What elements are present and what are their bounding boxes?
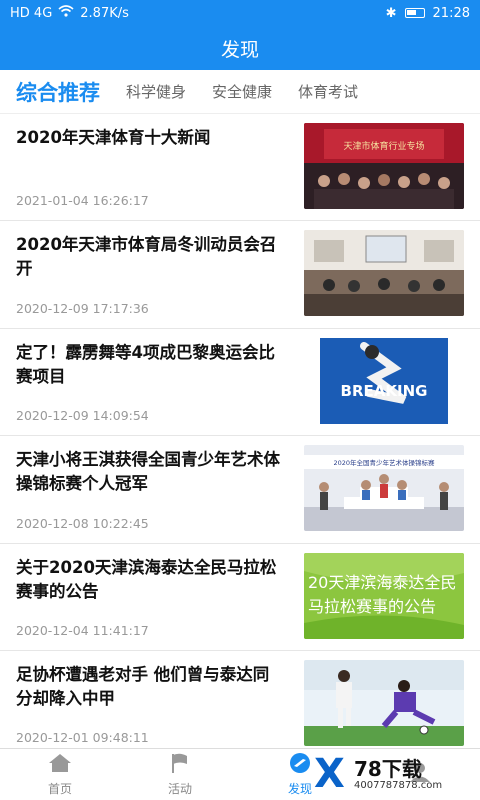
news-item[interactable]: 天津小将王淇获得全国青少年艺术体操锦标赛个人冠军 2020-12-08 10:2…: [0, 436, 480, 544]
thumb-caption: 20天津滨海泰达全民马拉松赛事的公告: [308, 572, 457, 616]
news-item[interactable]: 2020年天津市体育局冬训动员会召开 2020-12-09 17:17:36: [0, 221, 480, 329]
watermark-logo: X 78下载 4007787878.com: [314, 752, 474, 796]
battery-icon: [404, 8, 425, 18]
news-thumbnail: [304, 659, 464, 746]
news-item[interactable]: 2020年天津体育十大新闻 2021-01-04 16:26:17 天津市体育行…: [0, 114, 480, 222]
tab-home-label: 首页: [47, 782, 72, 796]
news-thumbnail: 天津市体育行业专场: [304, 123, 464, 209]
home-icon: [47, 752, 73, 777]
flag-icon: [167, 752, 193, 777]
news-time: 2020-12-09 14:09:54: [16, 408, 149, 424]
tab-discover-label: 发现: [287, 782, 312, 796]
news-item[interactable]: 足协杯遭遇老对手 他们曾与泰达同分却降入中甲 2020-12-01 09:48:…: [0, 650, 480, 759]
wifi-icon: [58, 5, 74, 21]
page-header: 发现: [0, 26, 480, 70]
network-speed: 2.87K/s: [80, 5, 129, 21]
news-title: 2020年天津市体育局冬训动员会召开: [16, 235, 277, 279]
thumb-caption: BREAKING: [341, 382, 428, 400]
status-bar: HD 4G 2.87K/s ✱ 21:28: [0, 0, 480, 26]
news-time: 2020-12-01 09:48:11: [16, 730, 149, 746]
news-thumbnail: 20天津滨海泰达全民马拉松赛事的公告: [304, 552, 464, 639]
signal-indicator: HD 4G: [10, 5, 53, 21]
news-thumbnail: [304, 230, 464, 317]
page-title: 发现: [220, 38, 259, 61]
news-item[interactable]: 定了！霹雳舞等4项成巴黎奥运会比赛项目 2020-12-09 14:09:54 …: [0, 328, 480, 437]
tab-fitness[interactable]: 科学健身: [126, 81, 186, 102]
watermark-url: 4007787878.com: [354, 779, 443, 791]
news-thumbnail: BREAKING: [304, 337, 464, 424]
tab-activity-label: 活动: [167, 782, 192, 796]
thumb-caption: 天津市体育行业专场: [343, 140, 424, 152]
category-tabs: 综合推荐 科学健身 安全健康 体育考试: [0, 70, 480, 114]
watermark-x-icon: X: [314, 751, 345, 797]
tab-health[interactable]: 安全健康: [212, 81, 272, 102]
news-item[interactable]: 关于2020天津滨海泰达全民马拉松赛事的公告 2020-12-04 11:41:…: [0, 543, 480, 651]
news-title: 足协杯遭遇老对手 他们曾与泰达同分却降入中甲: [16, 664, 270, 708]
thumb-caption: 2020年全国青少年艺术体操锦标赛: [333, 458, 435, 467]
news-thumbnail: 2020年全国青少年艺术体操锦标赛: [304, 445, 464, 532]
news-time: 2021-01-04 16:26:17: [16, 193, 149, 209]
tab-home[interactable]: 首页: [0, 749, 120, 800]
news-time: 2020-12-08 10:22:45: [16, 515, 149, 531]
bluetooth-icon: ✱: [385, 5, 397, 21]
news-title: 天津小将王淇获得全国青少年艺术体操锦标赛个人冠军: [16, 450, 280, 494]
tab-activity[interactable]: 活动: [120, 749, 240, 800]
news-time: 2020-12-09 17:17:36: [16, 300, 149, 316]
compass-icon: [287, 752, 313, 777]
watermark-name: 78下载: [354, 756, 422, 781]
news-list: 2020年天津体育十大新闻 2021-01-04 16:26:17 天津市体育行…: [0, 114, 480, 759]
status-time: 21:28: [432, 5, 470, 21]
news-title: 定了！霹雳舞等4项成巴黎奥运会比赛项目: [16, 342, 275, 386]
news-title: 2020年天津体育十大新闻: [16, 128, 211, 147]
tab-recommended[interactable]: 综合推荐: [16, 77, 100, 107]
news-title: 关于2020天津滨海泰达全民马拉松赛事的公告: [16, 557, 277, 601]
news-time: 2020-12-04 11:41:17: [16, 622, 149, 638]
tab-exam[interactable]: 体育考试: [298, 81, 358, 102]
